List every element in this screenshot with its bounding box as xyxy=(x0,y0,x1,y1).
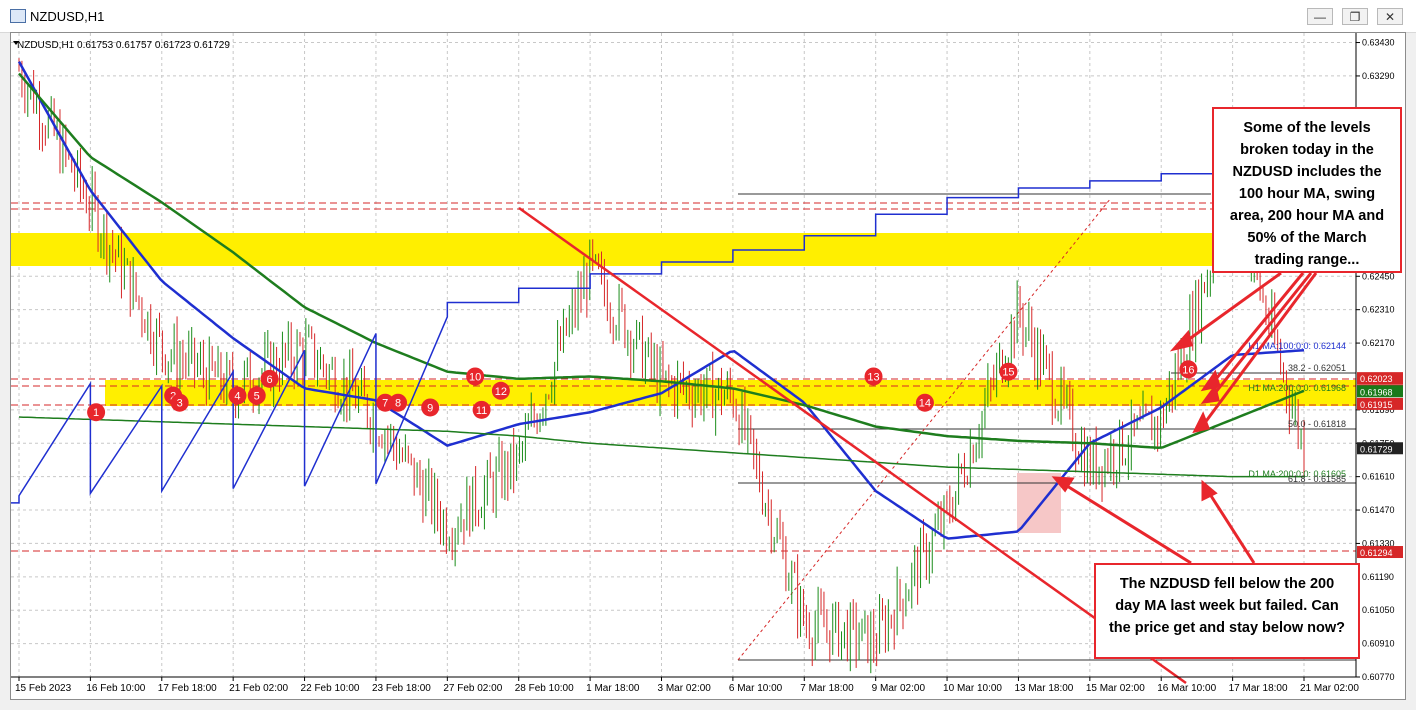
title-bar: NZDUSD,H1 — ❐ ✕ xyxy=(0,0,1416,33)
time-tick-label: 16 Mar 10:00 xyxy=(1157,683,1216,694)
marker-label: 13 xyxy=(867,371,879,383)
time-tick-label: 23 Feb 18:00 xyxy=(372,683,431,694)
time-axis: 15 Feb 2023 16 Feb 10:00 17 Feb 18:00 21 Fe… xyxy=(15,677,1359,694)
marker-label: 1 xyxy=(93,407,99,419)
time-tick-label: 13 Mar 18:00 xyxy=(1014,683,1073,694)
time-tick-label: 22 Feb 10:00 xyxy=(301,683,360,694)
marker-label: 16 xyxy=(1182,364,1194,376)
ma200-level-text: H1 MA:200:0:0: 0.61968 xyxy=(1248,383,1346,393)
marker-label: 5 xyxy=(254,391,260,403)
time-tick-label: 3 Mar 02:00 xyxy=(658,683,712,694)
price-tick-label: 0.62170 xyxy=(1362,338,1395,348)
annotation-levels-broken: Some of the levels broken today in the N… xyxy=(1212,107,1402,273)
time-tick-label: 21 Feb 02:00 xyxy=(229,683,288,694)
marker-label: 3 xyxy=(177,398,183,410)
time-tick-label: 6 Mar 10:00 xyxy=(729,683,783,694)
marker-label: 8 xyxy=(395,398,401,410)
marker-label: 15 xyxy=(1002,367,1014,379)
fib50-text: 50.0 - 0.61818 xyxy=(1288,419,1346,429)
time-tick-label: 1 Mar 18:00 xyxy=(586,683,640,694)
price-tick-label: 0.60910 xyxy=(1362,639,1395,649)
time-tick-label: 21 Mar 02:00 xyxy=(1300,683,1359,694)
price-tick-label: 0.63290 xyxy=(1362,71,1395,81)
price-tick-label: 0.61470 xyxy=(1362,505,1395,515)
close-button[interactable]: ✕ xyxy=(1377,8,1403,25)
minimize-button[interactable]: — xyxy=(1307,8,1333,25)
time-tick-label: 15 Feb 2023 xyxy=(15,683,72,694)
app-window: NZDUSD,H1 — ❐ ✕ H1 MA:100:0:0: 0.62144 3… xyxy=(0,0,1416,710)
price-tag-label: 0.61915 xyxy=(1360,400,1393,410)
price-tag-label: 0.62023 xyxy=(1360,374,1393,384)
price-tick-label: 0.61610 xyxy=(1362,472,1395,482)
window-title: NZDUSD,H1 xyxy=(30,9,105,24)
time-tick-label: 17 Feb 18:00 xyxy=(158,683,217,694)
price-tick-label: 0.60770 xyxy=(1362,672,1395,682)
fib618-text: 61.8 - 0.61585 xyxy=(1288,474,1346,484)
time-tick-label: 7 Mar 18:00 xyxy=(800,683,854,694)
time-tick-label: 10 Mar 10:00 xyxy=(943,683,1002,694)
price-tags: 0.620230.619720.619680.619150.617290.612… xyxy=(1357,372,1403,559)
marker-label: 9 xyxy=(427,402,433,414)
price-tag-label: 0.61968 xyxy=(1360,387,1393,397)
time-tick-label: 17 Mar 18:00 xyxy=(1229,683,1288,694)
price-tick-label: 0.61050 xyxy=(1362,605,1395,615)
chart-window-icon xyxy=(10,9,26,23)
fib382-text: 38.2 - 0.62051 xyxy=(1288,363,1346,373)
price-tag-label: 0.61294 xyxy=(1360,548,1393,558)
time-tick-label: 9 Mar 02:00 xyxy=(872,683,926,694)
marker-label: 10 xyxy=(469,371,481,383)
marker-label: 11 xyxy=(476,405,487,417)
price-tag-label: 0.61729 xyxy=(1360,444,1393,454)
restore-button[interactable]: ❐ xyxy=(1342,8,1368,25)
marker-label: 14 xyxy=(919,398,931,410)
time-tick-label: 15 Mar 02:00 xyxy=(1086,683,1145,694)
annotation-200day-ma: The NZDUSD fell below the 200 day MA las… xyxy=(1094,563,1360,659)
price-tick-label: 0.61190 xyxy=(1362,572,1394,582)
chart-area[interactable]: H1 MA:100:0:0: 0.62144 38.2 - 0.62051 H1… xyxy=(10,32,1406,700)
marker-label: 6 xyxy=(267,374,273,386)
marker-label: 7 xyxy=(382,398,388,410)
time-tick-label: 27 Feb 02:00 xyxy=(443,683,502,694)
price-tick-label: 0.63430 xyxy=(1362,38,1395,48)
marker-label: 12 xyxy=(495,386,507,398)
marker-label: 4 xyxy=(234,391,240,403)
time-tick-label: 28 Feb 10:00 xyxy=(515,683,574,694)
time-tick-label: 16 Feb 10:00 xyxy=(86,683,145,694)
price-tick-label: 0.62310 xyxy=(1362,305,1395,315)
chart-header: NZDUSD,H1 0.61753 0.61757 0.61723 0.6172… xyxy=(17,40,230,51)
